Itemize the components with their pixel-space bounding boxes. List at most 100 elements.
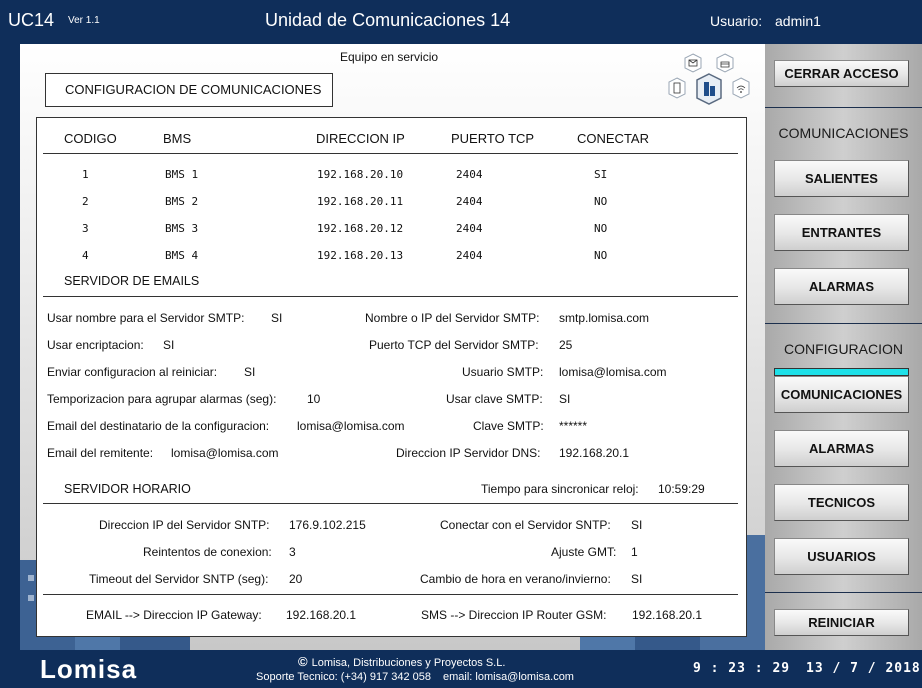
config-alarms-button[interactable]: ALARMAS xyxy=(774,430,909,467)
communications-config-panel: CODIGO BMS DIRECCION IP PUERTO TCP CONEC… xyxy=(36,117,747,637)
bms-code: 1 xyxy=(82,168,89,181)
bms-port: 2404 xyxy=(456,249,483,262)
clock-sync-value[interactable]: 10:59:29 xyxy=(658,482,705,496)
smtp-server-label: Nombre o IP del Servidor SMTP: xyxy=(365,311,540,325)
bms-connect: NO xyxy=(594,195,608,208)
divider xyxy=(765,592,922,593)
active-indicator xyxy=(774,368,909,376)
sntp-ip-label: Direccion IP del Servidor SNTP: xyxy=(99,518,270,532)
copyright-text: Lomisa, Distribuciones y Proyectos S.L. xyxy=(311,657,506,669)
retries-label: Reintentos de conexion: xyxy=(143,545,272,559)
gmt-offset-label: Ajuste GMT: xyxy=(551,545,617,559)
app-title: Unidad de Comunicaciones 14 xyxy=(265,10,511,30)
sender-email-value[interactable]: lomisa@lomisa.com xyxy=(171,446,279,460)
col-header-ip: DIRECCION IP xyxy=(316,131,405,146)
encryption-label: Usar encriptacion: xyxy=(47,338,144,352)
email-section-title: SERVIDOR DE EMAILS xyxy=(64,274,200,288)
bms-port: 2404 xyxy=(456,195,483,208)
support-phone: Soporte Tecnico: (+34) 917 342 058 xyxy=(256,671,432,683)
footer: Lomisa © Lomisa, Distribuciones y Proyect… xyxy=(0,650,922,688)
bms-port: 2404 xyxy=(456,168,483,181)
col-header-code: CODIGO xyxy=(64,131,117,146)
copyright: © Lomisa, Distribuciones y Proyectos S.L. xyxy=(298,654,505,669)
sms-gateway-label: SMS --> Direccion IP Router GSM: xyxy=(421,608,607,622)
top-bar: UC14 Ver 1.1 Unidad de Comunicaciones 14… xyxy=(0,0,922,44)
users-button[interactable]: USUARIOS xyxy=(774,538,909,575)
user-label: Usuario: xyxy=(710,13,763,29)
divider xyxy=(765,107,922,108)
alarm-grouping-value[interactable]: 10 xyxy=(307,392,320,406)
smtp-user-label: Usuario SMTP: xyxy=(462,365,544,379)
bms-port: 2404 xyxy=(456,222,483,235)
smtp-use-password-value[interactable]: SI xyxy=(559,392,570,406)
bms-ip: 192.168.20.10 xyxy=(317,168,404,181)
communications-section-header: COMUNICACIONES xyxy=(778,125,909,141)
gmt-offset-value[interactable]: 1 xyxy=(631,545,638,559)
smtp-use-name-value[interactable]: SI xyxy=(271,311,282,325)
clock: 9 : 23 : 29 xyxy=(693,661,791,676)
bms-name: BMS 3 xyxy=(165,222,199,235)
send-config-value[interactable]: SI xyxy=(244,365,255,379)
time-server-section-title: SERVIDOR HORARIO xyxy=(64,482,191,496)
incoming-button[interactable]: ENTRANTES xyxy=(774,214,909,251)
sntp-timeout-label: Timeout del Servidor SNTP (seg): xyxy=(89,572,269,586)
col-header-port: PUERTO TCP xyxy=(451,131,535,146)
smtp-password-value[interactable]: ****** xyxy=(559,419,587,433)
retries-value[interactable]: 3 xyxy=(289,545,296,559)
bms-ip: 192.168.20.11 xyxy=(317,195,404,208)
config-recipient-label: Email del destinatario de la configuraci… xyxy=(47,419,270,433)
close-access-button[interactable]: CERRAR ACCESO xyxy=(774,60,909,87)
smtp-user-value[interactable]: lomisa@lomisa.com xyxy=(559,365,667,379)
sntp-ip-value[interactable]: 176.9.102.215 xyxy=(289,518,366,532)
bms-connect: NO xyxy=(594,222,608,235)
device-status: Equipo en servicio xyxy=(340,50,439,64)
config-communications-button[interactable]: COMUNICACIONES xyxy=(774,376,909,413)
support-email: email: lomisa@lomisa.com xyxy=(443,671,574,683)
app-name: UC14 xyxy=(8,10,55,30)
bms-ip: 192.168.20.12 xyxy=(317,222,404,235)
dst-value[interactable]: SI xyxy=(631,572,642,586)
app-version: Ver 1.1 xyxy=(68,15,100,26)
smtp-port-value[interactable]: 25 xyxy=(559,338,572,352)
bms-code: 4 xyxy=(82,249,89,262)
technicians-button[interactable]: TECNICOS xyxy=(774,484,909,521)
col-header-bms: BMS xyxy=(163,131,192,146)
smtp-server-value[interactable]: smtp.lomisa.com xyxy=(559,311,649,325)
date: 13 / 7 / 2018 xyxy=(806,661,921,676)
bms-code: 2 xyxy=(82,195,89,208)
alarms-comms-button[interactable]: ALARMAS xyxy=(774,268,909,305)
bms-name: BMS 1 xyxy=(165,168,199,181)
outgoing-button[interactable]: SALIENTES xyxy=(774,160,909,197)
divider xyxy=(765,323,922,324)
dst-label: Cambio de hora en verano/invierno: xyxy=(420,572,611,586)
sntp-connect-value[interactable]: SI xyxy=(631,518,642,532)
encryption-value[interactable]: SI xyxy=(163,338,174,352)
restart-button[interactable]: REINICIAR xyxy=(774,609,909,636)
divider xyxy=(43,594,738,595)
communication-icons xyxy=(668,53,750,105)
divider xyxy=(43,296,738,297)
divider xyxy=(43,503,738,504)
bms-connect: SI xyxy=(594,168,608,181)
sms-gateway-value[interactable]: 192.168.20.1 xyxy=(632,608,702,622)
main-area: Equipo en servicio CONFIGURACION DE COMU… xyxy=(20,44,765,650)
lomisa-logo: Lomisa xyxy=(40,654,138,684)
sntp-connect-label: Conectar con el Servidor SNTP: xyxy=(440,518,611,532)
smtp-use-password-label: Usar clave SMTP: xyxy=(446,392,543,406)
config-recipient-value[interactable]: lomisa@lomisa.com xyxy=(297,419,405,433)
bms-connect: NO xyxy=(594,249,608,262)
email-gateway-label: EMAIL --> Direccion IP Gateway: xyxy=(86,608,262,622)
sntp-timeout-value[interactable]: 20 xyxy=(289,572,302,586)
configuration-section-header: CONFIGURACION xyxy=(784,341,903,357)
bms-name: BMS 4 xyxy=(165,249,199,262)
divider xyxy=(43,153,738,154)
col-header-connect: CONECTAR xyxy=(577,131,649,146)
dns-server-value[interactable]: 192.168.20.1 xyxy=(559,446,629,460)
copyright-icon: © xyxy=(298,654,308,669)
email-gateway-value[interactable]: 192.168.20.1 xyxy=(286,608,356,622)
page-title: CONFIGURACION DE COMUNICACIONES xyxy=(45,73,333,107)
smtp-port-label: Puerto TCP del Servidor SMTP: xyxy=(369,338,539,352)
clock-sync-label: Tiempo para sincronicar reloj: xyxy=(481,482,639,496)
send-config-label: Enviar configuracion al reiniciar: xyxy=(47,365,218,379)
alarm-grouping-label: Temporizacion para agrupar alarmas (seg)… xyxy=(47,392,277,406)
